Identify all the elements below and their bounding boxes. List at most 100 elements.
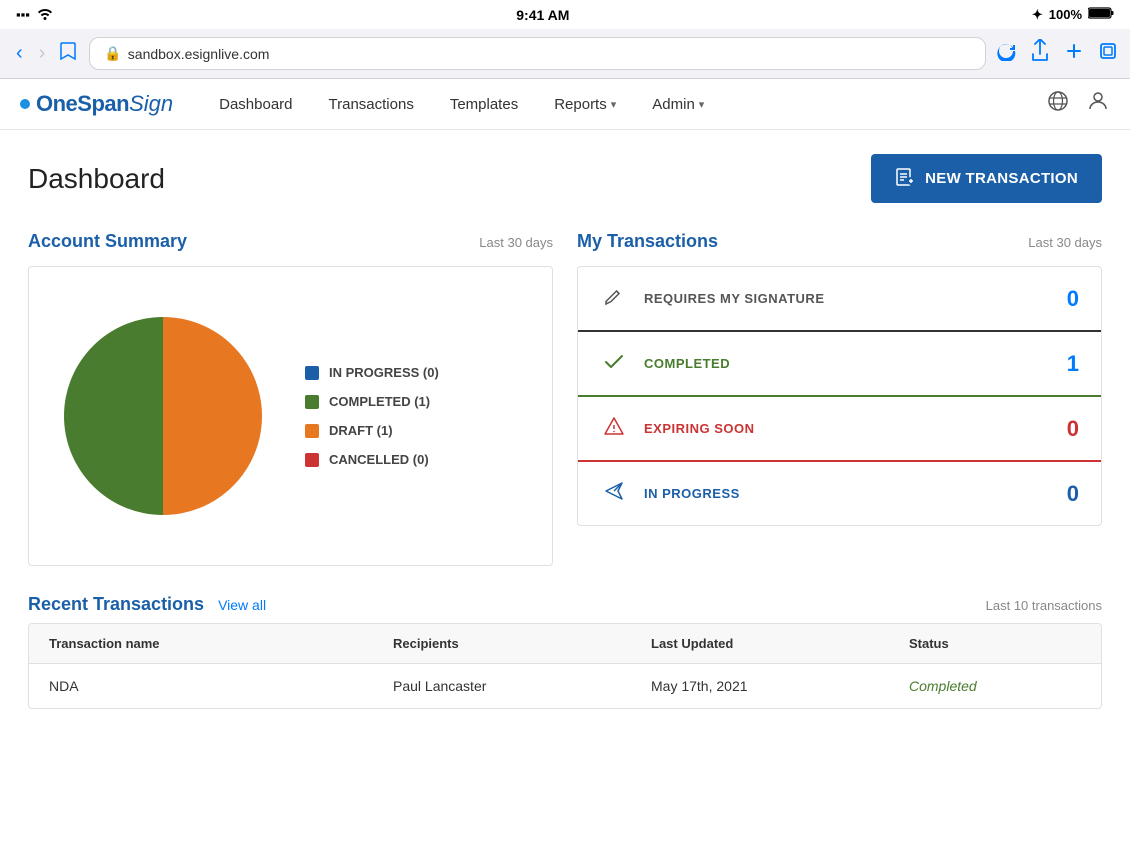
admin-dropdown-arrow: ▾ (699, 98, 705, 111)
tx-row-requires[interactable]: REQUIRES MY SIGNATURE 0 (578, 267, 1101, 332)
tx-row-expiring[interactable]: EXPIRING SOON 0 (578, 397, 1101, 462)
recent-transactions-section: Recent Transactions View all Last 10 tra… (28, 594, 1102, 709)
battery-icon (1088, 6, 1114, 23)
table-header: Transaction name Recipients Last Updated… (29, 624, 1101, 664)
url-text: sandbox.esignlive.com (128, 46, 270, 62)
status-right: ✦ 100% (1032, 6, 1114, 23)
warning-icon (600, 415, 628, 442)
tx-completed-count: 1 (1067, 351, 1079, 377)
recent-transactions-title: Recent Transactions (28, 594, 204, 615)
new-transaction-button[interactable]: NEW TRANSACTION (871, 154, 1102, 203)
main-content: Dashboard NEW TRANSACTION Account Summar… (0, 130, 1130, 733)
dashboard-header: Dashboard NEW TRANSACTION (28, 154, 1102, 203)
table-row[interactable]: NDA Paul Lancaster May 17th, 2021 Comple… (29, 664, 1101, 708)
my-transactions-section: My Transactions Last 30 days REQUIRES MY… (577, 231, 1102, 566)
logo-sign-text: Sign (129, 91, 173, 117)
check-icon (600, 350, 628, 377)
status-bar: ▪▪▪ 9:41 AM ✦ 100% (0, 0, 1130, 29)
share-icon[interactable] (1030, 39, 1050, 69)
legend-label-cancelled: CANCELLED (0) (329, 452, 429, 467)
recent-transactions-table: Transaction name Recipients Last Updated… (28, 623, 1102, 709)
account-summary-section: Account Summary Last 30 days (28, 231, 553, 566)
tx-requires-label: REQUIRES MY SIGNATURE (644, 291, 1051, 306)
nav-dashboard[interactable]: Dashboard (201, 90, 310, 119)
legend-draft: DRAFT (1) (305, 423, 439, 438)
new-transaction-icon (895, 166, 915, 191)
account-summary-header: Account Summary Last 30 days (28, 231, 553, 252)
legend-label-completed: COMPLETED (1) (329, 394, 430, 409)
user-icon[interactable] (1086, 89, 1110, 119)
globe-icon[interactable] (1046, 89, 1070, 119)
signal-icon: ▪▪▪ (16, 7, 30, 22)
status-left: ▪▪▪ (16, 6, 54, 23)
nav-transactions[interactable]: Transactions (311, 90, 432, 119)
new-transaction-label: NEW TRANSACTION (925, 170, 1078, 187)
recent-transactions-meta: Last 10 transactions (986, 598, 1102, 613)
my-transactions-meta: Last 30 days (1028, 235, 1102, 250)
app-navigation: OneSpan Sign Dashboard Transactions Temp… (0, 79, 1130, 130)
transactions-card: REQUIRES MY SIGNATURE 0 COMPLETED 1 (577, 266, 1102, 526)
logo-onespan-text: OneSpan (36, 91, 129, 117)
legend-in-progress: IN PROGRESS (0) (305, 365, 439, 380)
legend-completed: COMPLETED (1) (305, 394, 439, 409)
logo-dot (20, 99, 30, 109)
bluetooth-icon: ✦ (1032, 7, 1043, 23)
pie-svg (53, 306, 273, 526)
add-tab-icon[interactable] (1064, 41, 1084, 67)
nav-templates[interactable]: Templates (432, 90, 536, 119)
tx-inprogress-label: IN PROGRESS (644, 486, 1051, 501)
browser-navigation: ‹ › (12, 40, 79, 68)
my-transactions-header: My Transactions Last 30 days (577, 231, 1102, 252)
reports-dropdown-arrow: ▾ (611, 98, 617, 111)
chart-legend: IN PROGRESS (0) COMPLETED (1) DRAFT (1) … (305, 365, 439, 467)
row-status: Completed (909, 678, 1081, 694)
legend-color-draft (305, 424, 319, 438)
legend-label-draft: DRAFT (1) (329, 423, 393, 438)
summary-card: IN PROGRESS (0) COMPLETED (1) DRAFT (1) … (28, 266, 553, 566)
col-header-updated: Last Updated (651, 636, 909, 651)
tx-inprogress-count: 0 (1067, 481, 1079, 507)
legend-color-completed (305, 395, 319, 409)
col-header-status: Status (909, 636, 1081, 651)
two-column-layout: Account Summary Last 30 days (28, 231, 1102, 566)
time-display: 9:41 AM (516, 7, 569, 23)
nav-links: Dashboard Transactions Templates Reports… (201, 90, 1046, 119)
tx-expiring-label: EXPIRING SOON (644, 421, 1051, 436)
send-icon (600, 480, 628, 507)
legend-color-cancelled (305, 453, 319, 467)
nav-right-icons (1046, 89, 1110, 119)
row-name: NDA (49, 678, 393, 694)
recent-transactions-header: Recent Transactions View all Last 10 tra… (28, 594, 1102, 615)
address-bar[interactable]: 🔒 sandbox.esignlive.com (89, 37, 986, 70)
page-title: Dashboard (28, 163, 165, 195)
legend-color-in-progress (305, 366, 319, 380)
browser-actions (996, 39, 1118, 69)
legend-label-in-progress: IN PROGRESS (0) (329, 365, 439, 380)
account-summary-meta: Last 30 days (479, 235, 553, 250)
my-transactions-title: My Transactions (577, 231, 718, 252)
tx-requires-count: 0 (1067, 286, 1079, 312)
row-updated: May 17th, 2021 (651, 678, 909, 694)
view-all-link[interactable]: View all (218, 597, 266, 613)
tabs-icon[interactable] (1098, 41, 1118, 67)
forward-button[interactable]: › (35, 40, 50, 67)
nav-reports[interactable]: Reports ▾ (536, 90, 634, 119)
row-recipients: Paul Lancaster (393, 678, 651, 694)
tx-completed-label: COMPLETED (644, 356, 1051, 371)
pie-chart (53, 306, 273, 526)
tx-expiring-count: 0 (1067, 416, 1079, 442)
bookmark-icon (57, 40, 79, 68)
tx-row-completed[interactable]: COMPLETED 1 (578, 332, 1101, 397)
account-summary-title: Account Summary (28, 231, 187, 252)
col-header-recipients: Recipients (393, 636, 651, 651)
pencil-icon (600, 285, 628, 312)
logo: OneSpan Sign (20, 91, 173, 117)
browser-bar: ‹ › 🔒 sandbox.esignlive.com (0, 29, 1130, 79)
tx-row-inprogress[interactable]: IN PROGRESS 0 (578, 462, 1101, 525)
lock-icon: 🔒 (104, 45, 121, 62)
nav-admin[interactable]: Admin ▾ (634, 90, 722, 119)
battery-text: 100% (1049, 7, 1082, 22)
legend-cancelled: CANCELLED (0) (305, 452, 439, 467)
back-button[interactable]: ‹ (12, 40, 27, 67)
reload-icon[interactable] (996, 41, 1016, 67)
